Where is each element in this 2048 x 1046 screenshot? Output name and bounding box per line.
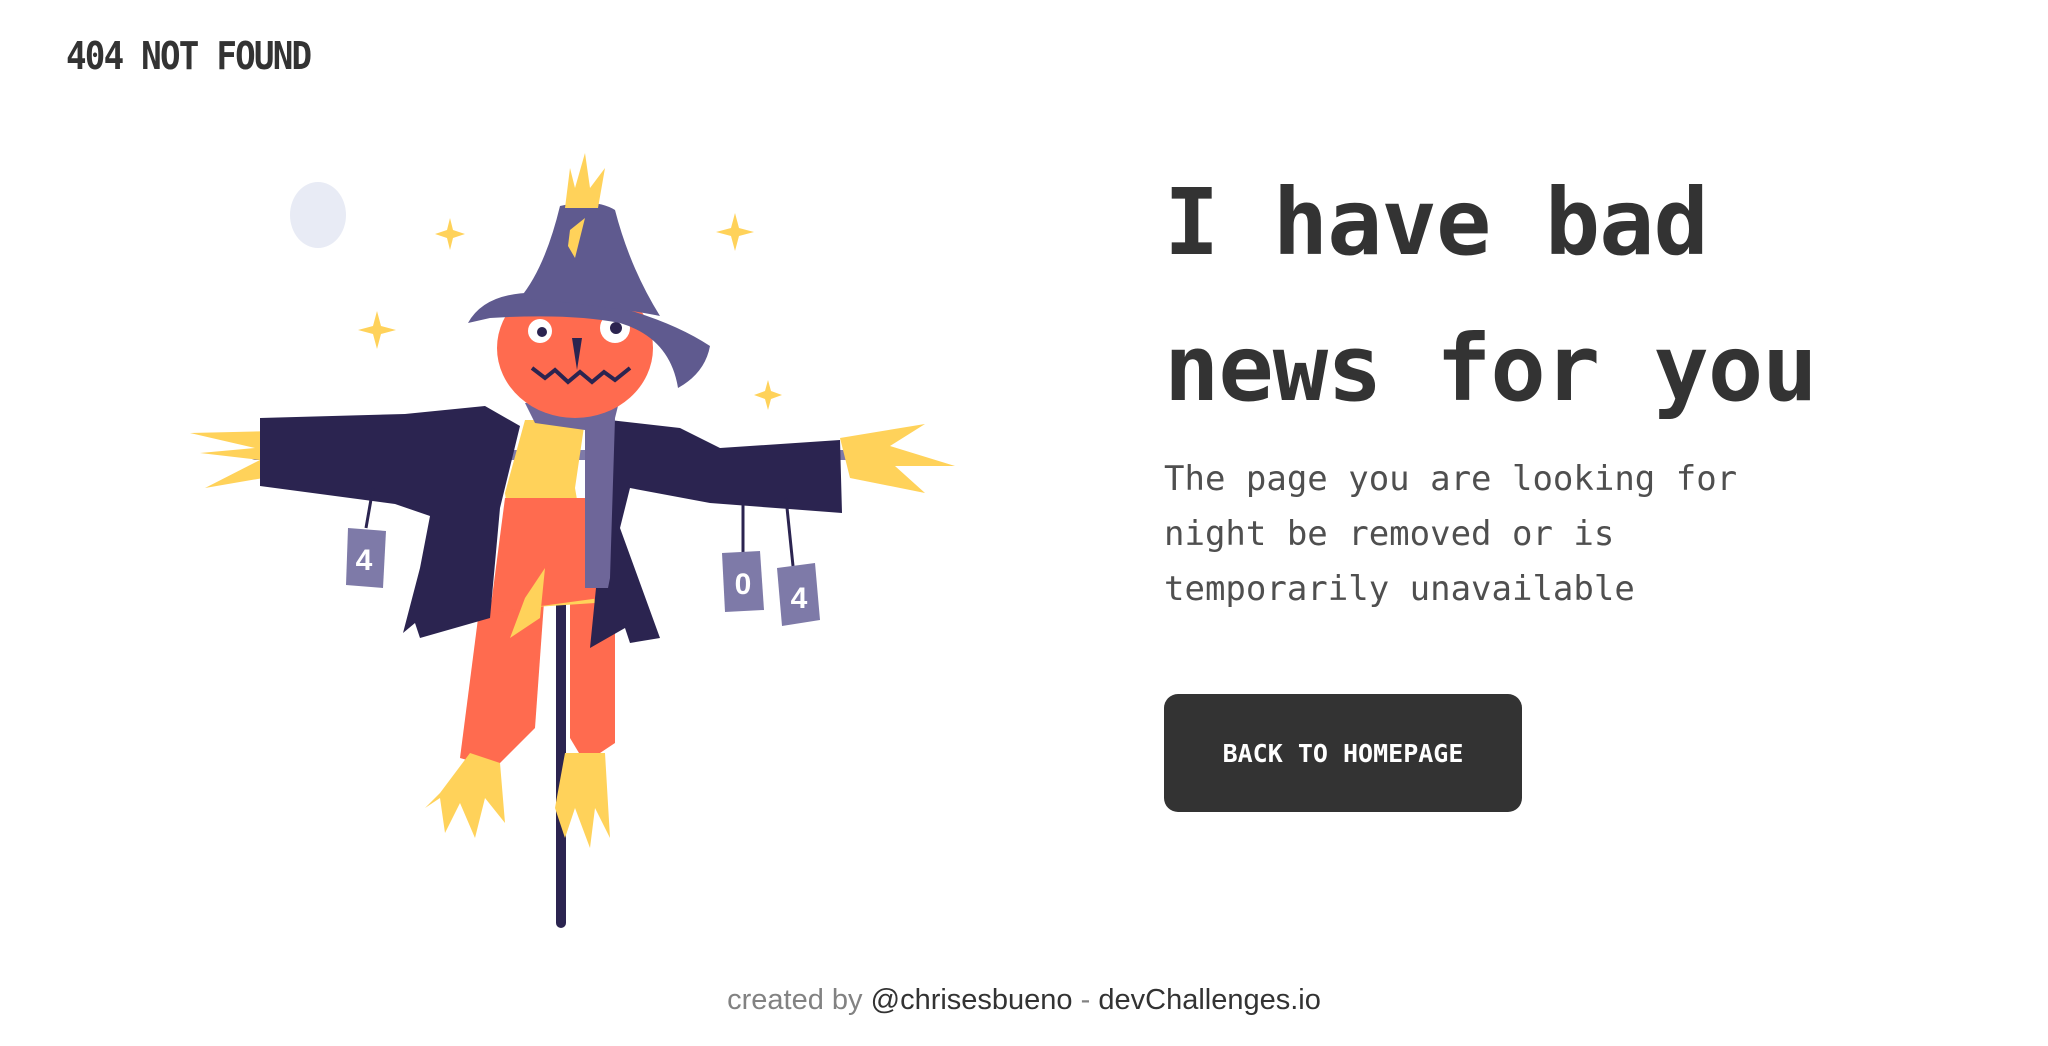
sparkle-icon — [754, 380, 782, 410]
can-label: 0 — [735, 568, 752, 601]
can-label: 4 — [356, 544, 373, 577]
straw-right — [840, 424, 955, 493]
footer-prefix: created by — [727, 984, 863, 1016]
description-line: night be removed or is — [1164, 514, 1615, 554]
moon-shape — [290, 182, 346, 248]
straw-leg-left — [425, 753, 505, 838]
hat-straw — [565, 153, 605, 208]
page-headline: I have bad news for you — [1164, 150, 1924, 442]
footer-separator: - — [1080, 984, 1091, 1016]
description-line: The page you are looking for — [1164, 459, 1738, 499]
back-to-homepage-button[interactable]: BACK TO HOMEPAGE — [1164, 694, 1522, 812]
scarecrow-illustration: 4 0 4 — [190, 148, 970, 928]
coat-left — [260, 406, 520, 638]
headline-line: I have bad — [1164, 169, 1709, 276]
error-content: I have bad news for you The page you are… — [1164, 150, 1924, 617]
headline-line: news for you — [1164, 315, 1818, 422]
sparkle-icon — [358, 311, 396, 349]
can-label: 4 — [791, 582, 808, 615]
author-link[interactable]: @chrisesbueno — [871, 984, 1073, 1016]
site-brand[interactable]: 404 NOT FOUND — [66, 34, 312, 78]
error-description: The page you are looking for night be re… — [1164, 452, 1784, 617]
description-line: temporarily unavailable — [1164, 569, 1635, 609]
pants-upper — [490, 498, 600, 613]
footer: created by @chrisesbueno - devChallenges… — [0, 984, 2048, 1017]
hat-crown — [520, 202, 660, 316]
devchallenges-link[interactable]: devChallenges.io — [1098, 984, 1320, 1016]
sparkle-icon — [435, 218, 465, 250]
sparkle-icon — [716, 213, 754, 251]
